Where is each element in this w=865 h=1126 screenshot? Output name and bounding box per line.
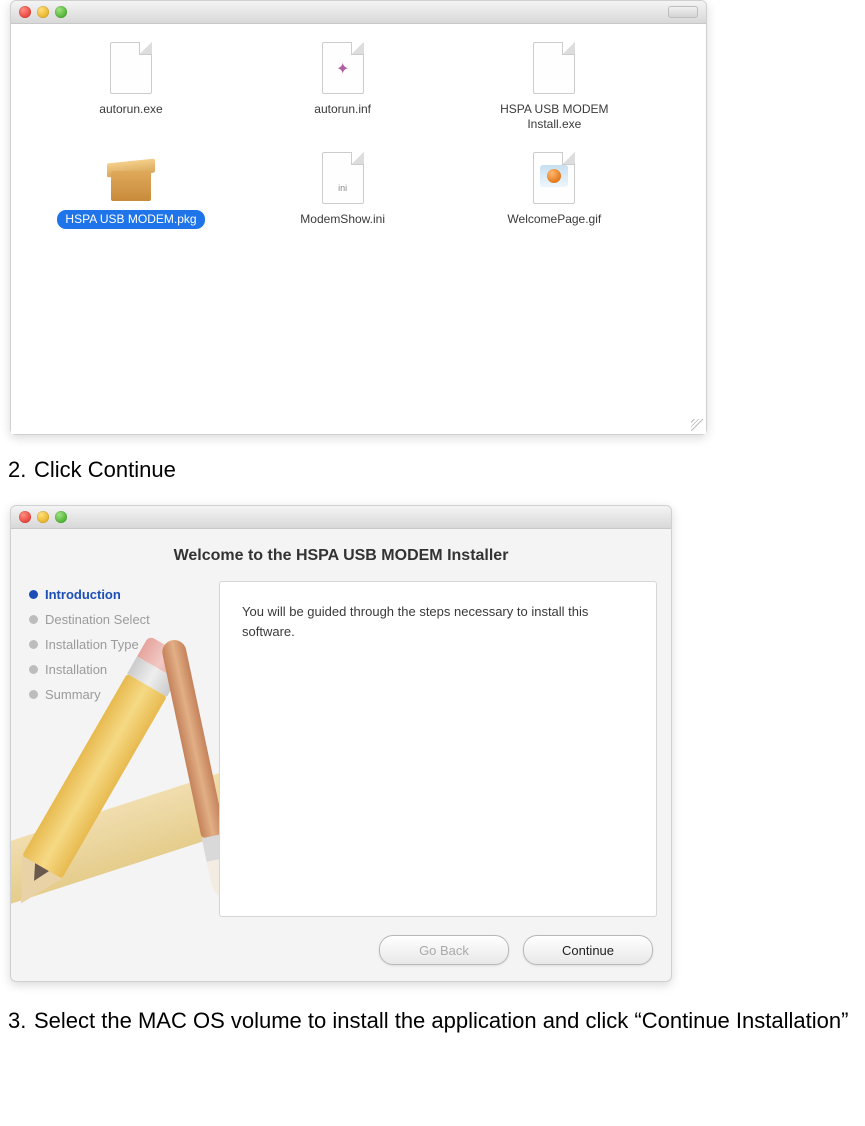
sidebar-step-label: Destination Select xyxy=(45,612,150,627)
finder-body: autorun.exe ✦ autorun.inf HSPA USB MODEM… xyxy=(11,24,706,434)
traffic-lights xyxy=(19,6,67,18)
file-label: autorun.inf xyxy=(306,100,379,119)
minimize-button[interactable] xyxy=(37,511,49,523)
file-label: HSPA USB MODEM.pkg xyxy=(57,210,204,229)
file-icon xyxy=(105,42,157,94)
titlebar-pill[interactable] xyxy=(668,6,698,18)
installer-sidebar: Introduction Destination Select Installa… xyxy=(11,577,219,927)
instruction-step-2: 2. Click Continue xyxy=(8,457,857,483)
zoom-button[interactable] xyxy=(55,511,67,523)
close-button[interactable] xyxy=(19,511,31,523)
finder-window: autorun.exe ✦ autorun.inf HSPA USB MODEM… xyxy=(10,0,707,435)
file-icon xyxy=(528,152,580,204)
installer-titlebar xyxy=(11,506,671,529)
sidebar-step-summary: Summary xyxy=(29,687,219,702)
step-label: Select the MAC OS volume to install the … xyxy=(34,1004,848,1038)
traffic-lights xyxy=(19,511,67,523)
sidebar-step-label: Introduction xyxy=(45,587,121,602)
file-label: autorun.exe xyxy=(91,100,170,119)
sidebar-step-destination: Destination Select xyxy=(29,612,219,627)
file-item-autorun-exe[interactable]: autorun.exe xyxy=(41,42,221,134)
file-label: ModemShow.ini xyxy=(292,210,393,229)
file-icon xyxy=(528,42,580,94)
button-label: Go Back xyxy=(419,943,469,958)
continue-button[interactable]: Continue xyxy=(523,935,653,965)
file-label: WelcomePage.gif xyxy=(499,210,609,229)
bullet-icon xyxy=(29,615,38,624)
document-page: autorun.exe ✦ autorun.inf HSPA USB MODEM… xyxy=(0,0,865,1038)
minimize-button[interactable] xyxy=(37,6,49,18)
package-icon xyxy=(105,152,157,204)
file-icon: ✦ xyxy=(317,42,369,94)
instruction-step-3: 3. Select the MAC OS volume to install t… xyxy=(8,1004,857,1038)
icon-grid: autorun.exe ✦ autorun.inf HSPA USB MODEM… xyxy=(11,24,706,229)
file-icon: ini xyxy=(317,152,369,204)
resize-grip-icon[interactable] xyxy=(691,419,703,431)
bullet-icon xyxy=(29,665,38,674)
installer-main-text: You will be guided through the steps nec… xyxy=(242,602,634,641)
close-button[interactable] xyxy=(19,6,31,18)
step-number: 2. xyxy=(8,457,34,483)
button-label: Continue xyxy=(562,943,614,958)
sidebar-step-label: Summary xyxy=(45,687,101,702)
zoom-button[interactable] xyxy=(55,6,67,18)
sidebar-step-installation: Installation xyxy=(29,662,219,677)
installer-main-panel: You will be guided through the steps nec… xyxy=(219,581,657,917)
bullet-icon xyxy=(29,690,38,699)
installer-body: Introduction Destination Select Installa… xyxy=(11,577,671,927)
go-back-button[interactable]: Go Back xyxy=(379,935,509,965)
bullet-icon xyxy=(29,640,38,649)
file-item-autorun-inf[interactable]: ✦ autorun.inf xyxy=(253,42,433,134)
file-item-hspa-install-exe[interactable]: HSPA USB MODEM Install.exe xyxy=(464,42,644,134)
sidebar-step-label: Installation Type xyxy=(45,637,139,652)
step-number: 3. xyxy=(8,1004,34,1038)
sidebar-step-installation-type: Installation Type xyxy=(29,637,219,652)
installer-heading: Welcome to the HSPA USB MODEM Installer xyxy=(11,529,671,577)
file-item-modemshow-ini[interactable]: ini ModemShow.ini xyxy=(253,152,433,229)
bullet-icon xyxy=(29,590,38,599)
sidebar-step-label: Installation xyxy=(45,662,107,677)
step-label: Click Continue xyxy=(34,457,176,483)
installer-window: Welcome to the HSPA USB MODEM Installer xyxy=(10,505,672,982)
file-label: HSPA USB MODEM Install.exe xyxy=(492,100,616,134)
file-item-welcomepage-gif[interactable]: WelcomePage.gif xyxy=(464,152,644,229)
finder-titlebar xyxy=(11,1,706,24)
file-item-hspa-pkg[interactable]: HSPA USB MODEM.pkg xyxy=(41,152,221,229)
sidebar-step-introduction: Introduction xyxy=(29,587,219,602)
installer-footer: Go Back Continue xyxy=(11,927,671,981)
